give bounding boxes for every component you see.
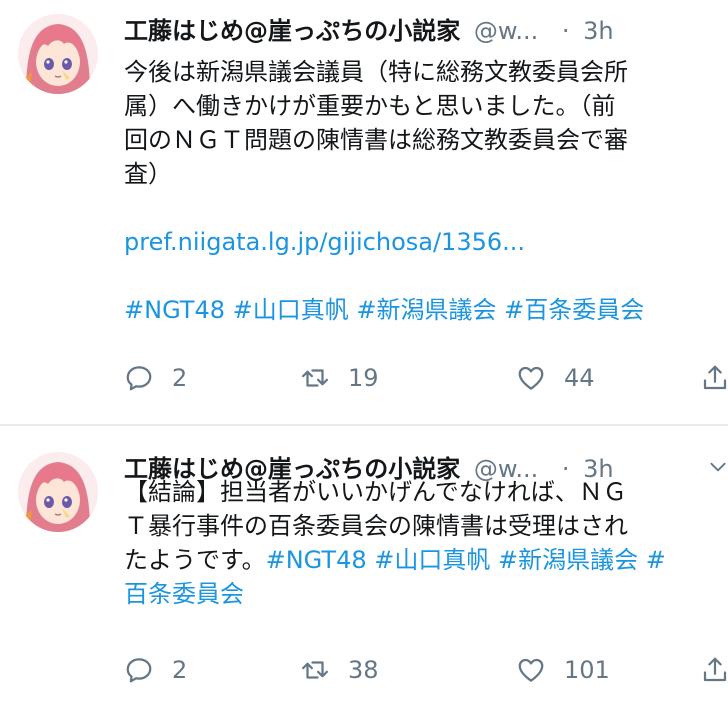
- tweet-text-line: 属）へ働きかけが重要かもと思いました。（前: [124, 92, 616, 120]
- separator-dot: ·: [561, 17, 570, 45]
- reply-count: 2: [172, 364, 188, 392]
- user-handle[interactable]: @w...: [474, 17, 538, 45]
- retweet-button[interactable]: 38: [300, 650, 379, 690]
- avatar-image: [18, 14, 98, 94]
- tweet-text-line: 【結論】担当者がいいかげんでなければ、ＮＧ: [124, 478, 627, 506]
- like-count: 44: [564, 364, 595, 392]
- avatar[interactable]: [18, 452, 98, 532]
- share-icon: [700, 363, 728, 393]
- reply-icon: [124, 655, 154, 685]
- reply-button[interactable]: 2: [124, 650, 187, 690]
- chevron-down-icon[interactable]: [708, 457, 728, 477]
- hashtag[interactable]: #新潟県議会: [498, 546, 638, 574]
- like-count: 101: [564, 656, 610, 684]
- retweet-button[interactable]: 19: [300, 358, 379, 398]
- like-button[interactable]: 101: [516, 650, 610, 690]
- tweet-text-line: Ｔ暴行事件の百条委員会の陳情書は受理はされ: [124, 512, 628, 540]
- tweet-link[interactable]: pref.niigata.lg.jp/gijichosa/1356...: [124, 228, 525, 256]
- avatar[interactable]: [18, 14, 98, 94]
- like-button[interactable]: 44: [516, 358, 595, 398]
- tweet[interactable]: 工藤はじめ@崖っぷちの小説家 @w... · 3h 今後は新潟県議会議員（特に総…: [0, 0, 728, 424]
- tweet-text-line: 査）: [124, 160, 172, 188]
- retweet-count: 19: [348, 364, 379, 392]
- like-icon: [516, 655, 546, 685]
- tweet-text: 今後は新潟県議会議員（特に総務文教委員会所 属）へ働きかけが重要かもと思いました…: [124, 55, 720, 327]
- share-button[interactable]: [700, 358, 728, 398]
- retweet-icon: [300, 655, 330, 685]
- tweet-text-line: 今後は新潟県議会議員（特に総務文教委員会所: [124, 58, 628, 86]
- reply-count: 2: [172, 656, 188, 684]
- hashtag[interactable]: #: [646, 546, 666, 574]
- tweet-text-line: 回のＮＧＴ問題の陳情書は総務文教委員会で審: [124, 126, 628, 154]
- tweet[interactable]: 工藤はじめ@崖っぷちの小説家 @w... · 3h 【結論】担当者がいいかげんで…: [0, 426, 728, 716]
- avatar-image: [18, 452, 98, 532]
- timestamp[interactable]: 3h: [583, 17, 613, 45]
- like-icon: [516, 363, 546, 393]
- hashtag[interactable]: #百条委員会: [504, 296, 644, 324]
- share-button[interactable]: [700, 650, 728, 690]
- hashtag[interactable]: #NGT48: [124, 296, 225, 324]
- tweet-text-fragment: たようです。: [124, 546, 266, 574]
- action-bar: 2 38 101: [124, 650, 728, 690]
- display-name[interactable]: 工藤はじめ@崖っぷちの小説家: [124, 17, 460, 45]
- tweet-text-line: たようです。#NGT48 #山口真帆 #新潟県議会 #: [124, 543, 720, 577]
- action-bar: 2 19 44: [124, 358, 728, 398]
- retweet-icon: [300, 363, 330, 393]
- hashtag[interactable]: #山口真帆: [233, 296, 349, 324]
- tweet-header: 工藤はじめ@崖っぷちの小説家 @w... · 3h: [124, 13, 614, 49]
- reply-button[interactable]: 2: [124, 358, 187, 398]
- hashtag[interactable]: #新潟県議会: [356, 296, 496, 324]
- hashtag[interactable]: #山口真帆: [374, 546, 490, 574]
- hashtag[interactable]: 百条委員会: [124, 580, 244, 608]
- share-icon: [700, 655, 728, 685]
- retweet-count: 38: [348, 656, 379, 684]
- hashtag-line: #NGT48 #山口真帆 #新潟県議会 #百条委員会: [124, 293, 720, 327]
- hashtag[interactable]: #NGT48: [266, 546, 367, 574]
- tweet-text: 【結論】担当者がいいかげんでなければ、ＮＧ Ｔ暴行事件の百条委員会の陳情書は受理…: [124, 475, 720, 611]
- reply-icon: [124, 363, 154, 393]
